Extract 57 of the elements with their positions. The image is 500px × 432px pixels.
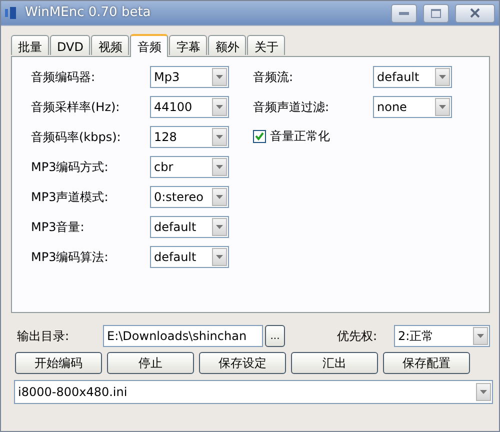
minimize-button[interactable] — [391, 4, 417, 22]
setting-label: 音频码率(kbps): — [31, 129, 122, 146]
tab[interactable]: 音频 — [130, 34, 168, 57]
caret-icon — [216, 225, 223, 229]
checkbox-label: 音量正常化 — [270, 128, 330, 145]
setting-dropdown[interactable]: cbr — [150, 156, 229, 178]
tab[interactable]: 额外 — [208, 35, 246, 55]
maximize-button[interactable] — [423, 4, 449, 22]
setting-dropdown[interactable]: default — [150, 246, 229, 268]
action-button[interactable]: 汇出 — [291, 352, 378, 374]
caret-icon — [439, 75, 446, 79]
caret-icon — [216, 135, 223, 139]
setting-label: MP3编码算法: — [31, 249, 110, 266]
setting-dropdown[interactable]: 44100 — [150, 96, 229, 118]
tab[interactable]: 批量 — [11, 35, 49, 55]
close-icon — [470, 8, 480, 18]
caret-icon — [439, 105, 446, 109]
setting-dropdown[interactable]: 128 — [150, 126, 229, 148]
tab[interactable]: 视频 — [91, 35, 130, 55]
browse-button[interactable]: ... — [265, 325, 285, 347]
action-button[interactable]: 开始编码 — [15, 352, 102, 374]
action-button[interactable]: 保存设定 — [199, 352, 286, 374]
caret-icon — [216, 195, 223, 199]
caret-icon — [216, 165, 223, 169]
maximize-icon — [431, 8, 441, 18]
priority-label: 优先权: — [337, 328, 378, 345]
setting-dropdown[interactable]: none — [373, 96, 452, 118]
tab[interactable]: 字幕 — [169, 35, 208, 55]
checkbox[interactable] — [253, 130, 266, 142]
setting-dropdown[interactable]: 0:stereo — [150, 186, 229, 208]
caret-icon — [216, 105, 223, 109]
setting-label: MP3声道模式: — [31, 189, 110, 206]
app-icon — [5, 7, 19, 19]
tab[interactable]: 关于 — [247, 35, 286, 55]
setting-label: 音频声道过滤: — [253, 99, 330, 116]
setting-dropdown[interactable]: default — [373, 66, 452, 88]
caret-icon — [216, 75, 223, 79]
priority-dropdown[interactable]: 2:正常 — [394, 325, 490, 347]
setting-label: MP3编码方式: — [31, 159, 110, 176]
caret-icon — [480, 390, 487, 394]
setting-label: MP3音量: — [31, 219, 86, 236]
setting-label: 音频采样率(Hz): — [31, 99, 121, 116]
action-button[interactable]: 保存配置 — [383, 352, 470, 374]
minimize-icon — [399, 12, 409, 14]
action-button[interactable]: 停止 — [107, 352, 194, 374]
caret-icon — [477, 334, 484, 338]
setting-label: 音频编码器: — [31, 69, 96, 86]
caret-icon — [216, 255, 223, 259]
window-title: WinMEnc 0.70 beta — [25, 4, 152, 22]
tab[interactable]: DVD — [50, 35, 90, 55]
output-dir-field[interactable]: E:\Downloads\shinchan — [103, 325, 263, 347]
output-dir-label: 输出目录: — [17, 328, 70, 345]
setting-label: 音频流: — [253, 69, 294, 86]
setting-dropdown[interactable]: default — [150, 216, 229, 238]
profile-dropdown[interactable]: i8000-800x480.ini — [14, 380, 493, 404]
setting-dropdown[interactable]: Mp3 — [150, 66, 229, 88]
close-button[interactable] — [455, 4, 495, 22]
